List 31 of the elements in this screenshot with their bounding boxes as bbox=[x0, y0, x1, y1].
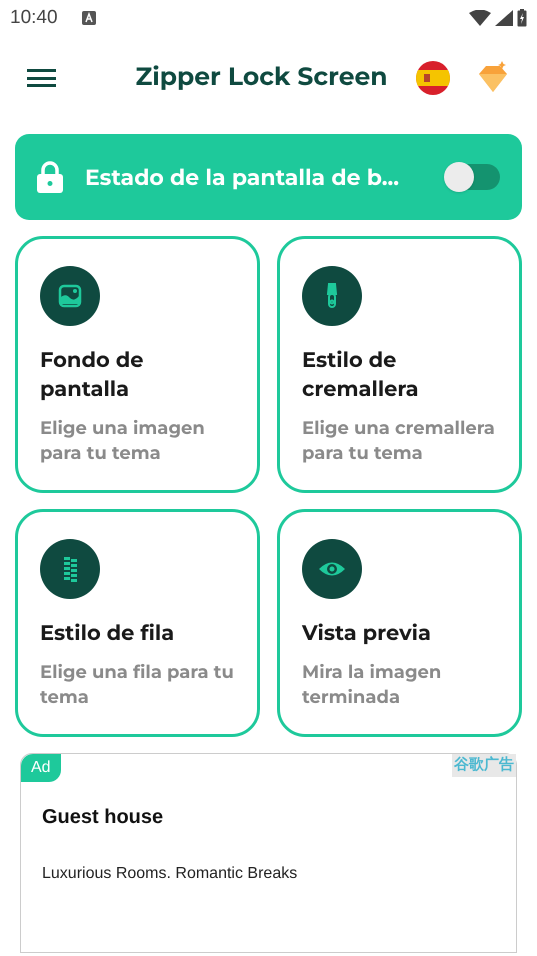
ad-title: Guest house bbox=[42, 805, 164, 830]
card-description: Mira la imagen terminada bbox=[302, 660, 442, 710]
wifi-icon bbox=[469, 10, 491, 26]
card-title: Fondo de pantalla bbox=[40, 347, 144, 404]
zipper-icon bbox=[302, 266, 362, 326]
feature-card[interactable]: Estilo de cremallera Elige una cremallera para tu tema bbox=[277, 236, 522, 493]
image-icon bbox=[40, 266, 100, 326]
card-title: Vista previa bbox=[302, 620, 432, 648]
card-title: Estilo de cremallera bbox=[302, 347, 420, 404]
keyboard-notification-icon bbox=[82, 11, 96, 25]
app-title: Zipper Lock Screen bbox=[135, 61, 388, 94]
menu-button[interactable] bbox=[27, 67, 57, 89]
card-description: Elige una cremallera para tu tema bbox=[302, 416, 496, 466]
ad-network-label: 谷歌广告 bbox=[452, 754, 516, 776]
card-title: Estilo de fila bbox=[40, 620, 176, 648]
feature-card[interactable]: Estilo de fila Elige una fila para tu tema bbox=[15, 509, 260, 737]
feature-card[interactable]: Fondo de pantalla Elige una imagen para tu tema bbox=[15, 236, 260, 493]
status-time: 10:40 bbox=[10, 6, 58, 30]
ad-card[interactable]: Ad 谷歌广告 Guest house Luxurious Rooms. Romantic Breaks bbox=[20, 753, 517, 953]
feature-card[interactable]: Vista previa Mira la imagen terminada bbox=[277, 509, 522, 737]
eye-icon bbox=[302, 539, 362, 599]
lock-status-label: Estado de la pantalla de b... bbox=[85, 162, 400, 192]
battery-icon bbox=[517, 9, 527, 27]
ad-text: Luxurious Rooms. Romantic Breaks bbox=[42, 864, 298, 884]
signal-icon bbox=[495, 10, 513, 26]
card-description: Elige una imagen para tu tema bbox=[40, 416, 206, 466]
ad-badge: Ad bbox=[21, 754, 61, 782]
spain-flag-icon[interactable] bbox=[416, 61, 450, 95]
zipper-teeth-icon bbox=[40, 539, 100, 599]
card-description: Elige una fila para tu tema bbox=[40, 660, 235, 710]
padlock-icon bbox=[37, 161, 63, 193]
